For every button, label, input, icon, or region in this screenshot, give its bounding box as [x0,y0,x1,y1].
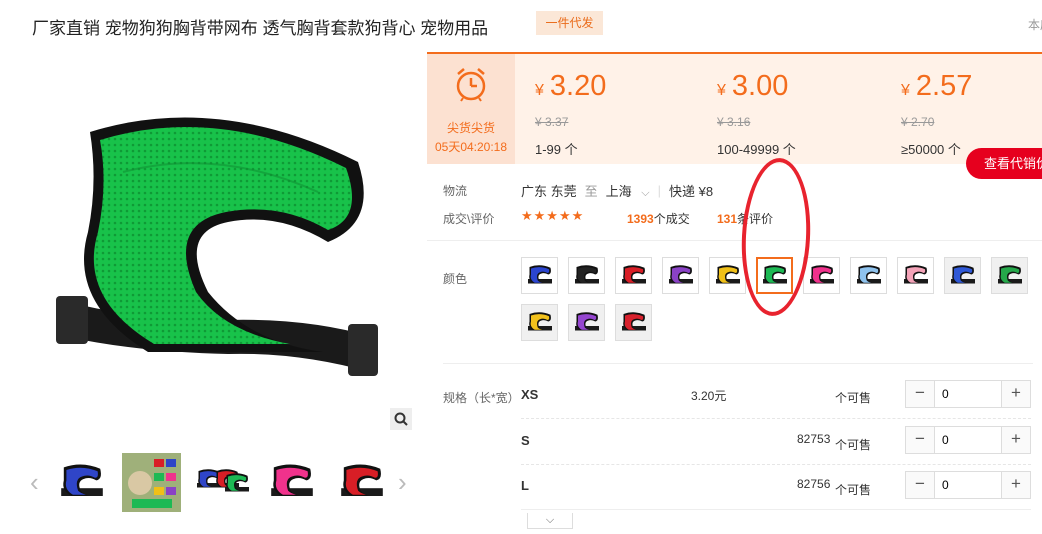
spec-stock: 82756 [797,477,831,491]
color-swatch-purple[interactable] [662,257,699,294]
tier-quantity-range: 100-49999 个 [717,142,796,157]
ship-to: 上海 [605,184,632,199]
quantity-input[interactable] [934,427,1002,453]
tier-quantity-range: ≥50000 个 [901,142,961,157]
color-swatch-green[interactable] [756,257,793,294]
decrement-button[interactable]: − [906,381,934,407]
color-swatch-blue[interactable] [521,257,558,294]
tier-quantity-range: 1-99 个 [535,142,578,157]
flash-sale-label: 尖货尖货 [446,121,495,135]
thumbnail-red-harness[interactable] [332,453,391,512]
quantity-input[interactable] [934,472,1002,498]
product-title: 厂家直销 宠物狗狗胸背带网布 透气胸背套款狗背心 宠物用品 [32,19,489,38]
to-word: 至 [584,184,598,199]
thumbnail-multi-harness[interactable] [192,453,251,512]
spec-row: S 82753 个可售 − + [521,420,1031,465]
decrement-button[interactable]: − [906,427,934,453]
thumbnail-dog-photo-collage[interactable] [122,453,181,512]
price-panel: 尖货尖货 05天04:20:18 ¥3.20 ¥ 3.37 1-99 个 ¥3.… [427,52,1042,164]
logistics-label: 物流 [443,184,468,198]
alarm-clock-icon [456,68,486,102]
spec-size: S [521,433,530,448]
color-swatch-green-2[interactable] [991,257,1028,294]
price-tier: ¥2.57 ¥ 2.70 ≥50000 个 [901,66,972,158]
color-swatch-purple-2[interactable] [568,304,605,341]
chevron-down-icon: ⌵ [641,187,650,199]
chevron-down-icon: ⌵ [545,514,555,526]
increment-button[interactable]: + [1002,427,1030,453]
currency-symbol: ¥ [717,82,726,99]
dropship-badge: 一件代发 [536,11,603,35]
currency-symbol: ¥ [901,82,910,99]
color-swatch-yellow-2[interactable] [521,304,558,341]
color-label: 颜色 [443,272,468,286]
spec-row: L 82756 个可售 − + [521,465,1031,510]
logistics-info: 广东 东莞 至 上海 ⌵ | 快递 ¥8 [521,181,714,200]
store-link[interactable]: 本店 [1028,16,1042,33]
decrement-button[interactable]: − [906,472,934,498]
color-swatch-yellow[interactable] [709,257,746,294]
rating-stars: ★★★★★ [521,208,585,223]
tier-original-price: ¥ 3.37 [535,115,569,129]
spec-size: L [521,478,529,493]
spec-label: 规格（长*宽） [443,391,520,405]
shipping-fee: 快递 ¥8 [669,184,714,199]
tier-price: 3.20 [549,70,607,102]
deals-count: 1393个成交 [627,210,690,227]
color-swatch-black[interactable] [568,257,605,294]
sales-label: 成交\评价 [443,212,495,226]
review-link[interactable]: 131条评价 [717,210,773,227]
color-swatch-red[interactable] [615,257,652,294]
thumb-prev-arrow-icon[interactable]: ‹ [30,469,39,495]
thumbnail-strip [52,453,391,512]
increment-button[interactable]: + [1002,381,1030,407]
deals-number: 1393 [627,212,654,226]
review-number: 131 [717,212,738,226]
flash-sale-block: 尖货尖货 05天04:20:18 [427,54,515,164]
tier-original-price: ¥ 2.70 [901,115,935,129]
ship-to-select[interactable]: 上海 ⌵ [606,181,650,200]
quantity-stepper: − + [905,471,1031,499]
divider [427,240,1042,241]
thumb-next-arrow-icon[interactable]: › [398,469,407,495]
review-suffix: 条评价 [737,212,774,226]
expand-more-button[interactable]: ⌵ [527,513,573,529]
tier-original-price: ¥ 3.16 [717,115,751,129]
thumbnail-pink-harness[interactable] [262,453,321,512]
currency-symbol: ¥ [535,82,544,99]
see-agent-price-button[interactable]: 查看代销价 [966,148,1042,179]
tier-price: 3.00 [731,70,789,102]
color-swatches [521,257,1041,341]
price-tier: ¥3.00 ¥ 3.16 100-49999 个 [717,66,796,158]
thumbnail-blue-harness[interactable] [52,453,111,512]
quantity-stepper: − + [905,380,1031,408]
color-swatch-light-blue[interactable] [850,257,887,294]
color-swatch-red-2[interactable] [615,304,652,341]
spec-available: 个可售 [835,391,872,405]
tier-price: 2.57 [915,70,973,102]
spec-available: 个可售 [835,483,872,497]
increment-button[interactable]: + [1002,472,1030,498]
magnifier-icon [394,412,408,426]
ship-from: 广东 东莞 [521,184,577,199]
flash-sale-timer: 05天04:20:18 [434,140,508,154]
color-swatch-blue-2[interactable] [944,257,981,294]
color-swatch-light-pink[interactable] [897,257,934,294]
zoom-button[interactable] [390,408,412,430]
divider [443,363,1033,364]
color-swatch-pink[interactable] [803,257,840,294]
quantity-input[interactable] [934,381,1002,407]
spec-row: XS 3.20元 个可售 − + [521,374,1031,419]
spec-price: 3.20元 [691,389,727,403]
spec-stock: 82753 [797,432,831,446]
deals-suffix: 个成交 [653,212,690,226]
quantity-stepper: − + [905,426,1031,454]
main-product-image [28,52,414,432]
price-tier: ¥3.20 ¥ 3.37 1-99 个 [535,66,606,158]
spec-available: 个可售 [835,438,872,452]
spec-size: XS [521,387,539,402]
